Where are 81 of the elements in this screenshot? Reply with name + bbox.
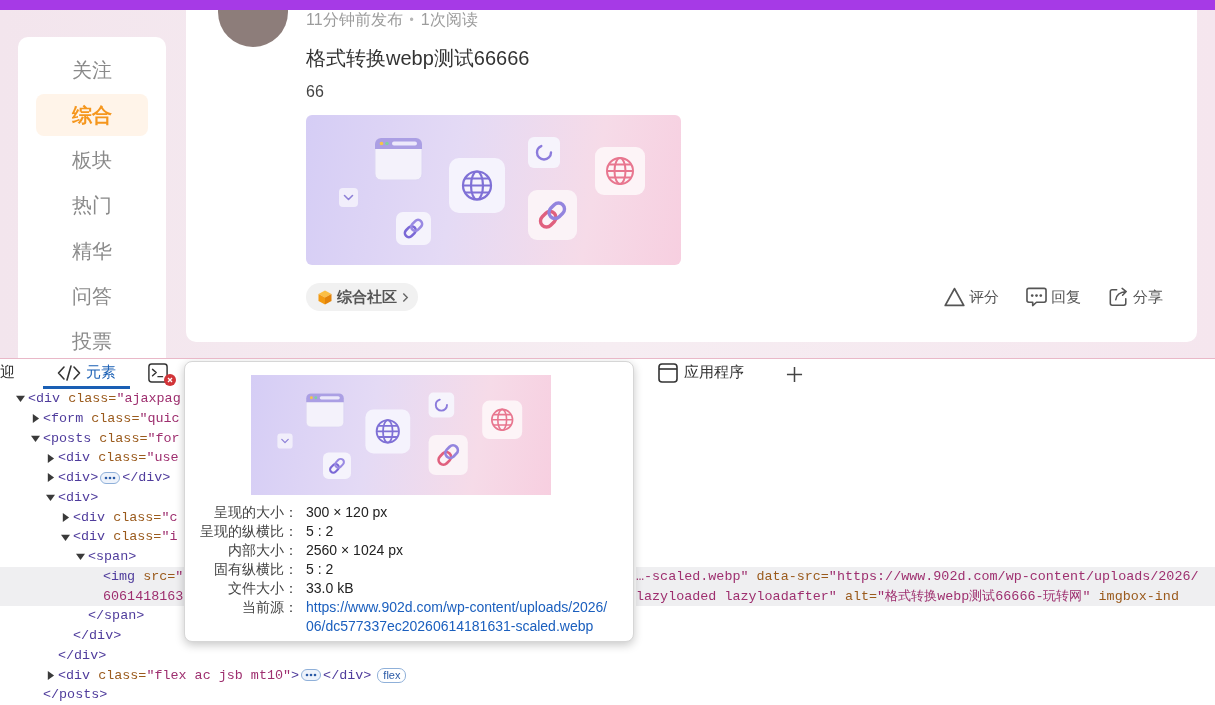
- info-label: 当前源：: [241, 598, 298, 617]
- loading-ring-icon: [528, 137, 560, 168]
- console-icon: [148, 362, 168, 383]
- dom-node[interactable]: <form class="quic: [31, 408, 180, 429]
- dom-node[interactable]: <div> </div>: [46, 468, 171, 488]
- category-tag[interactable]: 综合社区: [306, 283, 418, 311]
- post-time: 11分钟前发布: [306, 10, 403, 30]
- share-icon: [1108, 287, 1129, 307]
- closing-tag[interactable]: </posts>: [43, 685, 108, 705]
- dom-node[interactable]: <div class="ajaxpag: [16, 389, 181, 409]
- info-label: 内部大小：: [227, 541, 298, 560]
- plus-icon: [786, 365, 803, 383]
- source-link[interactable]: https://www.902d.com/wp-content/uploads/2026/06/dc577337ec20260614181631-scaled.webp: [306, 598, 611, 636]
- caret-right-icon[interactable]: [31, 414, 40, 424]
- link-icon: [396, 212, 431, 245]
- meta-separator: •: [409, 12, 414, 29]
- caret-right-icon[interactable]: [61, 512, 70, 522]
- globe-icon: [365, 409, 411, 454]
- dom-node[interactable]: <div class="i: [61, 527, 178, 547]
- share-button[interactable]: 分享: [1108, 287, 1163, 307]
- info-label: 呈现的大小：: [213, 503, 298, 522]
- rate-button[interactable]: 评分: [944, 287, 999, 307]
- dom-node[interactable]: <posts class="for: [31, 428, 180, 449]
- dom-node[interactable]: <img src=" 6061418163: [0, 566, 184, 607]
- info-label: 文件大小：: [227, 579, 298, 598]
- devtools-tab[interactable]: 应用程序: [648, 359, 754, 389]
- info-value: 5 : 2: [306, 560, 335, 579]
- devtools-tab[interactable]: 元素: [43, 359, 130, 389]
- dom-node[interactable]: <div class="c: [61, 507, 178, 528]
- globe-icon: [595, 147, 645, 195]
- closing-tag[interactable]: </div>: [73, 626, 122, 646]
- chevron-down-icon: [339, 188, 358, 207]
- dom-node[interactable]: <div class="use: [46, 448, 179, 468]
- ellipsis-button[interactable]: [301, 669, 322, 682]
- sidebar-item[interactable]: 问答: [36, 275, 148, 318]
- chevron-down-icon: [277, 433, 293, 449]
- caret-down-icon[interactable]: [76, 552, 85, 562]
- caret-right-icon[interactable]: [46, 473, 55, 483]
- dom-node[interactable]: <div class="flex ac jsb mt10"> </div> flex: [46, 665, 407, 686]
- browser-window-icon: [305, 393, 345, 428]
- link-icon: [528, 190, 577, 240]
- sidebar-item[interactable]: 热门: [36, 184, 148, 227]
- caret-down-icon[interactable]: [31, 433, 40, 443]
- link-icon: [323, 452, 351, 479]
- dom-node[interactable]: <div>: [46, 487, 99, 508]
- layout-badge[interactable]: flex: [377, 667, 407, 683]
- info-value: 2560 × 1024 px: [306, 541, 404, 560]
- loading-ring-icon: [428, 392, 455, 418]
- caret-down-icon[interactable]: [61, 532, 70, 542]
- view-count: 1次阅读: [420, 10, 478, 30]
- sidebar-item[interactable]: 投票: [36, 320, 148, 358]
- link-icon: [428, 435, 468, 475]
- devtools-tab[interactable]: 迎: [0, 359, 29, 389]
- info-value: 300 × 120 px: [306, 503, 389, 522]
- closing-tag[interactable]: </div>: [58, 645, 107, 666]
- sidebar-item[interactable]: 精华: [36, 230, 148, 273]
- closing-tag[interactable]: </span>: [88, 606, 145, 626]
- reply-button[interactable]: 回复: [1026, 287, 1081, 307]
- globe-icon: [482, 400, 523, 439]
- post-title[interactable]: 格式转换webp测试66666: [306, 45, 1163, 71]
- dom-node[interactable]: <span>: [76, 547, 137, 567]
- info-label: 呈现的纵横比：: [199, 522, 298, 541]
- window-icon: [658, 362, 678, 383]
- dom-node-attributes[interactable]: …-scaled.webp" data-src="https://www.902d.com/wp-content/uploads/2026/ lazyloaded lazyloadafter" alt="格式转换webp测试66666-玩转网" imgbox-ind: [636, 566, 1215, 607]
- cube-icon: [318, 289, 332, 305]
- browser-window-icon: [374, 137, 423, 181]
- caret-right-icon[interactable]: [46, 453, 55, 463]
- code-icon: [57, 364, 81, 381]
- caret-right-icon[interactable]: [46, 670, 55, 680]
- caret-down-icon[interactable]: [16, 394, 25, 404]
- chat-bubble-icon: [1026, 287, 1047, 307]
- sidebar-item[interactable]: 板块: [36, 139, 148, 182]
- ellipsis-button[interactable]: [100, 471, 121, 484]
- caret-down-icon[interactable]: [46, 493, 55, 503]
- chevron-right-icon: [402, 291, 409, 303]
- post-excerpt: 66: [306, 82, 325, 102]
- info-label: 固有纵横比：: [213, 560, 298, 579]
- globe-icon: [449, 158, 505, 213]
- info-value: 5 : 2: [306, 522, 335, 541]
- info-value: 33.0 kB: [306, 579, 355, 598]
- triangle-icon: [944, 287, 965, 307]
